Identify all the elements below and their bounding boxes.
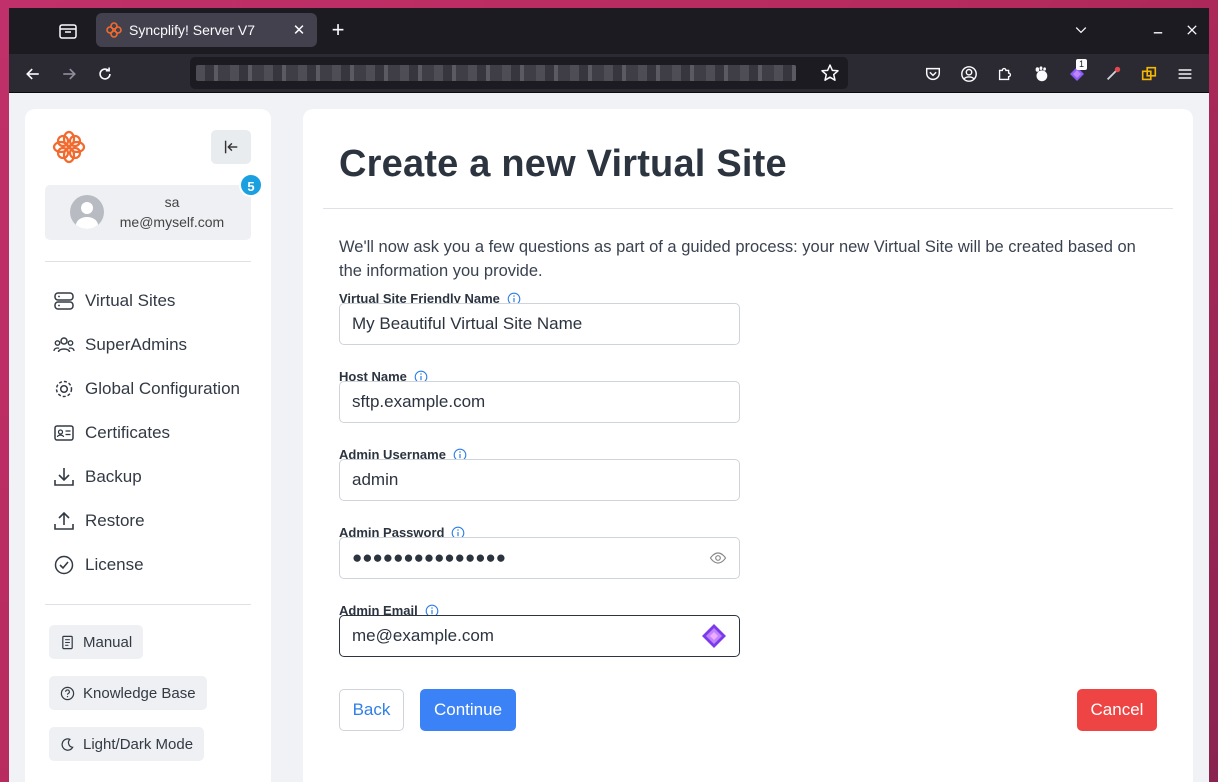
- gear-icon: [55, 380, 73, 398]
- tab-list-icon[interactable]: [57, 21, 79, 41]
- syncplify-favicon-icon: [106, 22, 122, 38]
- user-name: sa: [164, 194, 180, 210]
- book-icon: [62, 635, 73, 649]
- sidebar-item-restore[interactable]: Restore: [53, 509, 145, 533]
- theme-toggle-label: Light/Dark Mode: [83, 735, 194, 753]
- avatar: [70, 195, 104, 229]
- password-manager-icon[interactable]: [701, 623, 727, 649]
- sidebar: sa me@myself.com 5 Virtual Sites SuperAd…: [25, 109, 271, 782]
- extension-badge: 1: [1076, 59, 1088, 70]
- friendly-name-input[interactable]: My Beautiful Virtual Site Name: [339, 303, 740, 345]
- sidebar-item-backup[interactable]: Backup: [53, 465, 142, 489]
- back-arrow-icon[interactable]: [22, 63, 44, 85]
- logout-icon: [224, 140, 238, 154]
- proton-pass-extension-icon[interactable]: 1: [1066, 59, 1088, 85]
- continue-button[interactable]: Continue: [420, 689, 516, 731]
- hamburger-menu-icon[interactable]: [1174, 63, 1196, 85]
- back-button[interactable]: Back: [339, 689, 404, 731]
- download-icon: [54, 468, 74, 486]
- sidebar-divider: [45, 604, 251, 605]
- blurred-url: [196, 65, 796, 81]
- admin-username-value: admin: [352, 470, 399, 489]
- pocket-icon[interactable]: [922, 63, 944, 85]
- chevron-down-icon[interactable]: [1071, 20, 1091, 40]
- sidebar-item-label: License: [85, 555, 144, 574]
- sidebar-item-superadmins[interactable]: SuperAdmins: [53, 333, 187, 357]
- cancel-button[interactable]: Cancel: [1077, 689, 1157, 731]
- url-bar[interactable]: [190, 57, 848, 89]
- logout-button[interactable]: [211, 130, 251, 164]
- admin-username-input[interactable]: admin: [339, 459, 740, 501]
- reload-icon[interactable]: [94, 63, 116, 85]
- user-email: me@myself.com: [119, 214, 225, 230]
- sidebar-item-label: Global Configuration: [85, 379, 240, 398]
- user-card[interactable]: sa me@myself.com: [45, 185, 251, 240]
- id-card-icon: [54, 425, 74, 441]
- browser-tab[interactable]: Syncplify! Server V7 ✕: [96, 13, 317, 47]
- bookmark-star-icon[interactable]: [820, 63, 840, 83]
- sidebar-divider: [45, 261, 251, 262]
- admin-email-input[interactable]: me@example.com: [339, 615, 740, 657]
- tab-close-icon[interactable]: ✕: [291, 22, 307, 39]
- manual-link[interactable]: Manual: [49, 625, 144, 659]
- knowledge-base-link[interactable]: Knowledge Base: [49, 676, 207, 710]
- new-tab-button[interactable]: +: [327, 19, 349, 42]
- multi-window-extension-icon[interactable]: [1138, 63, 1160, 85]
- host-name-value: sftp.example.com: [352, 392, 486, 411]
- upload-icon: [54, 511, 74, 530]
- intro-text: We'll now ask you a few questions as par…: [339, 238, 1136, 280]
- server-icon: [54, 292, 74, 310]
- gnome-extension-icon[interactable]: [1030, 63, 1052, 85]
- sidebar-item-label: Restore: [85, 511, 145, 530]
- check-circle-icon: [54, 555, 74, 575]
- page-title: Create a new Virtual Site: [339, 143, 787, 185]
- account-icon[interactable]: [958, 63, 980, 85]
- manual-label: Manual: [83, 633, 133, 651]
- main-panel: Create a new Virtual Site We'll now ask …: [303, 109, 1193, 782]
- users-icon: [53, 337, 75, 353]
- browser-window: Syncplify! Server V7 ✕ + 1 sa me@myself.…: [9, 8, 1209, 782]
- sidebar-item-certificates[interactable]: Certificates: [53, 421, 170, 445]
- admin-password-input[interactable]: ●●●●●●●●●●●●●●●: [339, 537, 740, 579]
- syncplify-logo-icon[interactable]: [52, 130, 86, 164]
- question-icon: [60, 686, 75, 700]
- sidebar-item-label: Virtual Sites: [85, 291, 176, 310]
- tab-title: Syncplify! Server V7: [129, 22, 256, 38]
- nav-bar: 1: [9, 54, 1209, 93]
- sidebar-item-license[interactable]: License: [53, 553, 144, 577]
- app-content: sa me@myself.com 5 Virtual Sites SuperAd…: [9, 93, 1209, 782]
- notification-badge[interactable]: 5: [239, 173, 263, 197]
- tab-bar: Syncplify! Server V7 ✕ +: [9, 8, 1209, 54]
- close-window-icon[interactable]: [1182, 20, 1202, 40]
- sidebar-item-label: Backup: [85, 467, 142, 486]
- minimize-icon[interactable]: [1148, 20, 1168, 40]
- sidebar-item-label: SuperAdmins: [85, 335, 188, 354]
- admin-email-value: me@example.com: [352, 626, 494, 645]
- title-divider: [323, 208, 1173, 209]
- sidebar-item-virtual-sites[interactable]: Virtual Sites: [53, 289, 175, 313]
- sidebar-item-label: Certificates: [85, 423, 171, 442]
- host-name-input[interactable]: sftp.example.com: [339, 381, 740, 423]
- moon-icon: [61, 737, 74, 751]
- friendly-name-value: My Beautiful Virtual Site Name: [352, 314, 583, 333]
- eye-icon[interactable]: [709, 549, 727, 567]
- extensions-puzzle-icon[interactable]: [994, 63, 1016, 85]
- knowledge-base-label: Knowledge Base: [83, 684, 196, 702]
- sidebar-item-global-configuration[interactable]: Global Configuration: [53, 377, 240, 401]
- admin-password-value: ●●●●●●●●●●●●●●●: [352, 548, 507, 567]
- forward-arrow-icon[interactable]: [58, 63, 80, 85]
- theme-toggle-button[interactable]: Light/Dark Mode: [49, 727, 205, 761]
- color-picker-extension-icon[interactable]: [1102, 63, 1124, 85]
